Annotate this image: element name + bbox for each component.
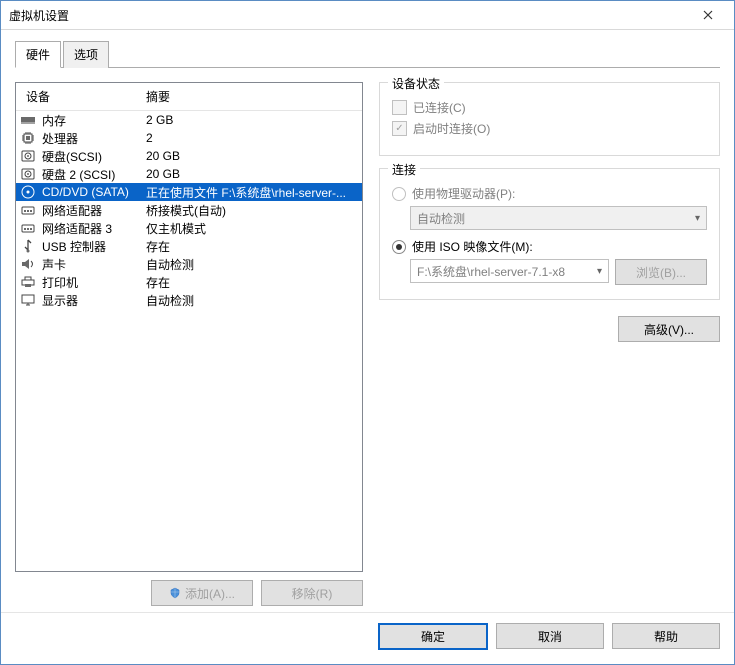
physical-drive-value: 自动检测: [417, 210, 465, 227]
device-row[interactable]: 显示器自动检测: [16, 291, 362, 309]
device-summary: 自动检测: [146, 256, 362, 273]
device-summary: 自动检测: [146, 292, 362, 309]
device-summary: 正在使用文件 F:\系统盘\rhel-server-...: [146, 184, 362, 201]
ok-button[interactable]: 确定: [378, 623, 488, 650]
titlebar: 虚拟机设置: [1, 1, 734, 30]
physical-drive-combo[interactable]: 自动检测: [410, 206, 707, 230]
add-button-label: 添加(A)...: [185, 585, 235, 602]
display-icon: [20, 292, 36, 308]
radio-selected-icon: [392, 240, 406, 254]
net-icon: [20, 220, 36, 236]
device-name: 显示器: [42, 292, 146, 309]
close-icon: [703, 10, 713, 20]
disk-icon: [20, 166, 36, 182]
connect-poweron-label: 启动时连接(O): [413, 120, 490, 137]
right-panel: 设备状态 已连接(C) ✓ 启动时连接(O) 连接 使用物理驱动器(P): 自动…: [379, 82, 720, 606]
connection-group: 连接 使用物理驱动器(P): 自动检测 使用 ISO 映像文件(M): F:\系…: [379, 168, 720, 300]
device-name: 打印机: [42, 274, 146, 291]
device-row[interactable]: 声卡自动检测: [16, 255, 362, 273]
device-summary: 仅主机模式: [146, 220, 362, 237]
device-name: 网络适配器: [42, 202, 146, 219]
cancel-button[interactable]: 取消: [496, 623, 604, 649]
connect-poweron-row[interactable]: ✓ 启动时连接(O): [392, 120, 707, 137]
list-rows: 内存2 GB处理器2硬盘(SCSI)20 GB硬盘 2 (SCSI)20 GBC…: [16, 111, 362, 309]
device-row[interactable]: 硬盘 2 (SCSI)20 GB: [16, 165, 362, 183]
content-area: 设备 摘要 内存2 GB处理器2硬盘(SCSI)20 GB硬盘 2 (SCSI)…: [1, 68, 734, 612]
window-title: 虚拟机设置: [9, 7, 686, 24]
connection-legend: 连接: [388, 161, 420, 178]
usb-icon: [20, 238, 36, 254]
close-button[interactable]: [686, 1, 730, 29]
iso-path-field[interactable]: F:\系统盘\rhel-server-7.1-x8 ▾: [410, 259, 609, 283]
help-button[interactable]: 帮助: [612, 623, 720, 649]
device-row[interactable]: USB 控制器存在: [16, 237, 362, 255]
tab-options[interactable]: 选项: [63, 41, 109, 68]
checkbox-icon: [392, 100, 407, 115]
advanced-button[interactable]: 高级(V)...: [618, 316, 720, 342]
device-summary: 桥接模式(自动): [146, 202, 362, 219]
device-list[interactable]: 设备 摘要 内存2 GB处理器2硬盘(SCSI)20 GB硬盘 2 (SCSI)…: [15, 82, 363, 572]
remove-button[interactable]: 移除(R): [261, 580, 363, 606]
footer: 确定 取消 帮助: [1, 612, 734, 664]
left-panel: 设备 摘要 内存2 GB处理器2硬盘(SCSI)20 GB硬盘 2 (SCSI)…: [15, 82, 363, 606]
device-name: 处理器: [42, 130, 146, 147]
device-summary: 存在: [146, 274, 362, 291]
sound-icon: [20, 256, 36, 272]
device-row[interactable]: 网络适配器 3仅主机模式: [16, 219, 362, 237]
use-iso-row[interactable]: 使用 ISO 映像文件(M):: [392, 238, 707, 255]
device-status-group: 设备状态 已连接(C) ✓ 启动时连接(O): [379, 82, 720, 156]
device-summary: 2 GB: [146, 113, 362, 127]
use-physical-label: 使用物理驱动器(P):: [412, 185, 515, 202]
col-summary-header: 摘要: [146, 88, 170, 105]
tab-hardware[interactable]: 硬件: [15, 41, 61, 68]
advanced-row: 高级(V)...: [379, 316, 720, 342]
cpu-icon: [20, 130, 36, 146]
net-icon: [20, 202, 36, 218]
tab-strip: 硬件 选项: [15, 40, 720, 68]
device-name: 硬盘(SCSI): [42, 148, 146, 165]
cd-icon: [20, 184, 36, 200]
connected-label: 已连接(C): [413, 99, 466, 116]
shield-icon: [169, 587, 181, 599]
use-iso-label: 使用 ISO 映像文件(M):: [412, 238, 533, 255]
device-summary: 2: [146, 131, 362, 145]
device-row[interactable]: 网络适配器桥接模式(自动): [16, 201, 362, 219]
device-name: CD/DVD (SATA): [42, 185, 146, 199]
device-summary: 存在: [146, 238, 362, 255]
disk-icon: [20, 148, 36, 164]
radio-icon: [392, 187, 406, 201]
col-device-header: 设备: [26, 88, 146, 105]
iso-path-value: F:\系统盘\rhel-server-7.1-x8: [417, 263, 565, 280]
list-header: 设备 摘要: [16, 83, 362, 111]
browse-button[interactable]: 浏览(B)...: [615, 259, 707, 285]
device-name: 网络适配器 3: [42, 220, 146, 237]
vm-settings-window: 虚拟机设置 硬件 选项 设备 摘要 内存2 GB处理器2硬盘(SCSI)20 G…: [0, 0, 735, 665]
device-status-legend: 设备状态: [388, 75, 444, 92]
checkbox-checked-icon: ✓: [392, 121, 407, 136]
device-row[interactable]: 打印机存在: [16, 273, 362, 291]
left-buttons: 添加(A)... 移除(R): [15, 572, 363, 606]
device-name: 内存: [42, 112, 146, 129]
device-row[interactable]: 内存2 GB: [16, 111, 362, 129]
device-name: 声卡: [42, 256, 146, 273]
device-summary: 20 GB: [146, 167, 362, 181]
device-summary: 20 GB: [146, 149, 362, 163]
add-button[interactable]: 添加(A)...: [151, 580, 253, 606]
device-name: USB 控制器: [42, 238, 146, 255]
device-name: 硬盘 2 (SCSI): [42, 166, 146, 183]
device-row[interactable]: CD/DVD (SATA)正在使用文件 F:\系统盘\rhel-server-.…: [16, 183, 362, 201]
tabs-area: 硬件 选项: [1, 30, 734, 68]
printer-icon: [20, 274, 36, 290]
device-row[interactable]: 处理器2: [16, 129, 362, 147]
device-row[interactable]: 硬盘(SCSI)20 GB: [16, 147, 362, 165]
connected-row[interactable]: 已连接(C): [392, 99, 707, 116]
iso-path-row: F:\系统盘\rhel-server-7.1-x8 ▾ 浏览(B)...: [410, 259, 707, 285]
memory-icon: [20, 112, 36, 128]
use-physical-row[interactable]: 使用物理驱动器(P):: [392, 185, 707, 202]
